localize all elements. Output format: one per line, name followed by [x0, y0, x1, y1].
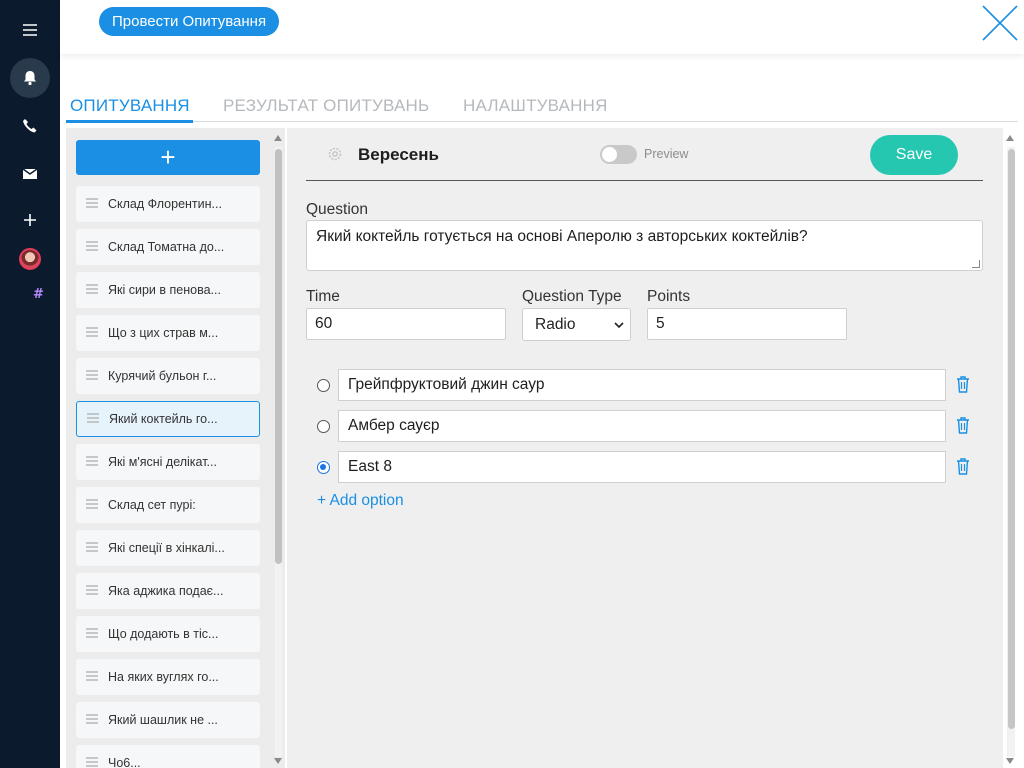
run-quiz-button[interactable]: Провести Опитування — [99, 7, 280, 36]
mail-icon[interactable] — [10, 154, 50, 194]
trash-icon[interactable] — [955, 457, 971, 475]
top-bar: Провести Опитування — [60, 0, 1024, 54]
question-type-label: Question Type — [522, 288, 622, 305]
hash-icon[interactable]: # — [33, 287, 44, 302]
question-type-select[interactable]: Radio — [522, 308, 631, 341]
scroll-down-arrow[interactable] — [1006, 758, 1014, 764]
question-list-item-label: На яких вуглях го... — [108, 670, 219, 684]
save-button[interactable]: Save — [870, 135, 958, 175]
gear-icon[interactable] — [327, 146, 343, 162]
drag-handle-icon[interactable] — [86, 498, 100, 512]
close-icon[interactable] — [981, 4, 1019, 42]
avatar[interactable] — [19, 248, 41, 270]
questions-scrollbar[interactable] — [272, 132, 284, 768]
chevron-down-icon — [614, 322, 624, 329]
question-list-item-label: Які спеції в хінкалі... — [108, 541, 225, 555]
drag-handle-icon[interactable] — [87, 412, 101, 426]
question-list-item-label: Склад Флорентин... — [108, 197, 222, 211]
scroll-thumb[interactable] — [1008, 149, 1015, 729]
question-list-item[interactable]: Що додають в тіс... — [76, 616, 260, 652]
preview-label: Preview — [644, 147, 689, 161]
question-list-item-label: Чо6... — [108, 756, 141, 768]
question-list-item[interactable]: Що з цих страв м... — [76, 315, 260, 351]
trash-icon[interactable] — [955, 375, 971, 393]
divider — [306, 180, 983, 181]
question-list-item[interactable]: Який коктейль го... — [76, 401, 260, 437]
question-list-item-label: Склад Томатна до... — [108, 240, 225, 254]
add-option-link[interactable]: + Add option — [317, 492, 404, 510]
drag-handle-icon[interactable] — [86, 197, 100, 211]
menu-icon[interactable] — [10, 10, 50, 50]
drag-handle-icon[interactable] — [86, 541, 100, 555]
resize-handle[interactable] — [972, 260, 980, 268]
question-list-item-label: Що з цих страв м... — [108, 326, 219, 340]
scroll-down-arrow[interactable] — [274, 758, 282, 764]
question-list-item[interactable]: Який шашлик не ... — [76, 702, 260, 738]
preview-toggle[interactable] — [600, 145, 637, 164]
editor-scrollbar[interactable] — [1004, 132, 1018, 768]
drag-handle-icon[interactable] — [86, 326, 100, 340]
time-input[interactable]: 60 — [306, 308, 506, 340]
question-label: Question — [306, 201, 369, 218]
time-label: Time — [306, 288, 340, 305]
question-list-item-label: Склад сет пурі: — [108, 498, 196, 512]
drag-handle-icon[interactable] — [86, 756, 100, 768]
left-rail: # — [0, 0, 60, 768]
question-list-item[interactable]: Яка аджика подає... — [76, 573, 260, 609]
question-list-item[interactable]: Які м'ясні делікат... — [76, 444, 260, 480]
points-label: Points — [647, 288, 691, 305]
question-list-item[interactable]: Які сири в пенова... — [76, 272, 260, 308]
option-radio[interactable] — [317, 379, 330, 392]
drag-handle-icon[interactable] — [86, 584, 100, 598]
phone-icon[interactable] — [10, 106, 50, 146]
drag-handle-icon[interactable] — [86, 369, 100, 383]
drag-handle-icon[interactable] — [86, 627, 100, 641]
add-question-button[interactable]: + — [76, 140, 260, 175]
scroll-up-arrow[interactable] — [274, 135, 282, 141]
question-list-item-label: Яка аджика подає... — [108, 584, 224, 598]
drag-handle-icon[interactable] — [86, 455, 100, 469]
question-list-item[interactable]: Які спеції в хінкалі... — [76, 530, 260, 566]
option-input[interactable]: Грейпфруктовий джин саур — [338, 369, 946, 401]
plus-icon[interactable] — [10, 200, 50, 240]
question-list-item[interactable]: На яких вуглях го... — [76, 659, 260, 695]
questions-list-panel: + Склад Флорентин... Склад Томатна до... Я… — [66, 128, 285, 768]
question-list-item-label: Курячий бульон г... — [108, 369, 217, 383]
question-list-item-label: Які м'ясні делікат... — [108, 455, 217, 469]
question-list-item[interactable]: Склад сет пурі: — [76, 487, 260, 523]
drag-handle-icon[interactable] — [86, 713, 100, 727]
question-list-item-label: Який коктейль го... — [109, 412, 218, 426]
question-list-item[interactable]: Чо6... — [76, 745, 260, 768]
trash-icon[interactable] — [955, 416, 971, 434]
bell-icon[interactable] — [10, 58, 50, 98]
tab-bar: ОПИТУВАННЯ РЕЗУЛЬТАТ ОПИТУВАНЬ НАЛАШТУВА… — [66, 92, 1018, 123]
option-radio[interactable] — [317, 461, 330, 474]
points-input[interactable]: 5 — [647, 308, 847, 340]
tab-quizzes[interactable]: ОПИТУВАННЯ — [70, 96, 190, 116]
question-list-item[interactable]: Склад Флорентин... — [76, 186, 260, 222]
question-list-item-label: Що додають в тіс... — [108, 627, 219, 641]
scroll-thumb[interactable] — [275, 149, 282, 564]
question-list-item[interactable]: Курячий бульон г... — [76, 358, 260, 394]
drag-handle-icon[interactable] — [86, 670, 100, 684]
option-input[interactable]: Амбер сауєр — [338, 410, 946, 442]
question-textarea[interactable]: Який коктейль готується на основі Аперол… — [306, 220, 983, 271]
question-list-item[interactable]: Склад Томатна до... — [76, 229, 260, 265]
question-list-item-label: Який шашлик не ... — [108, 713, 218, 727]
question-list-item-label: Які сири в пенова... — [108, 283, 221, 297]
active-tab-indicator — [66, 120, 193, 123]
scroll-up-arrow[interactable] — [1006, 135, 1014, 141]
tab-results[interactable]: РЕЗУЛЬТАТ ОПИТУВАНЬ — [223, 96, 429, 116]
option-input[interactable]: East 8 — [338, 451, 946, 483]
drag-handle-icon[interactable] — [86, 240, 100, 254]
option-radio[interactable] — [317, 420, 330, 433]
tab-settings[interactable]: НАЛАШТУВАННЯ — [463, 96, 608, 116]
drag-handle-icon[interactable] — [86, 283, 100, 297]
quiz-title: Вересень — [358, 145, 439, 164]
